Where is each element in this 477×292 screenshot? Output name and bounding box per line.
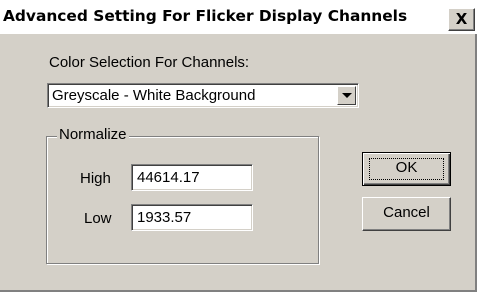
chevron-down-icon[interactable] (337, 86, 356, 105)
high-value-field[interactable]: 44614.17 (131, 164, 253, 191)
advanced-settings-dialog: Advanced Setting For Flicker Display Cha… (0, 0, 477, 292)
cancel-button[interactable]: Cancel (362, 197, 451, 231)
cancel-button-label: Cancel (383, 204, 430, 221)
low-value-field[interactable]: 1933.57 (131, 204, 253, 231)
normalize-group-title: Normalize (57, 126, 129, 143)
ok-button[interactable]: OK (362, 152, 451, 186)
high-label: High (80, 170, 111, 187)
normalize-groupbox (46, 136, 319, 264)
color-selection-dropdown[interactable]: Greyscale - White Background (47, 83, 359, 108)
color-selection-label: Color Selection For Channels: (49, 54, 250, 71)
ok-button-label: OK (395, 159, 418, 176)
close-icon: X (455, 10, 468, 28)
window-title: Advanced Setting For Flicker Display Cha… (3, 7, 408, 25)
title-bar[interactable]: Advanced Setting For Flicker Display Cha… (0, 0, 477, 34)
low-label: Low (84, 210, 112, 227)
color-selection-value: Greyscale - White Background (52, 87, 256, 104)
close-button[interactable]: X (448, 8, 475, 31)
